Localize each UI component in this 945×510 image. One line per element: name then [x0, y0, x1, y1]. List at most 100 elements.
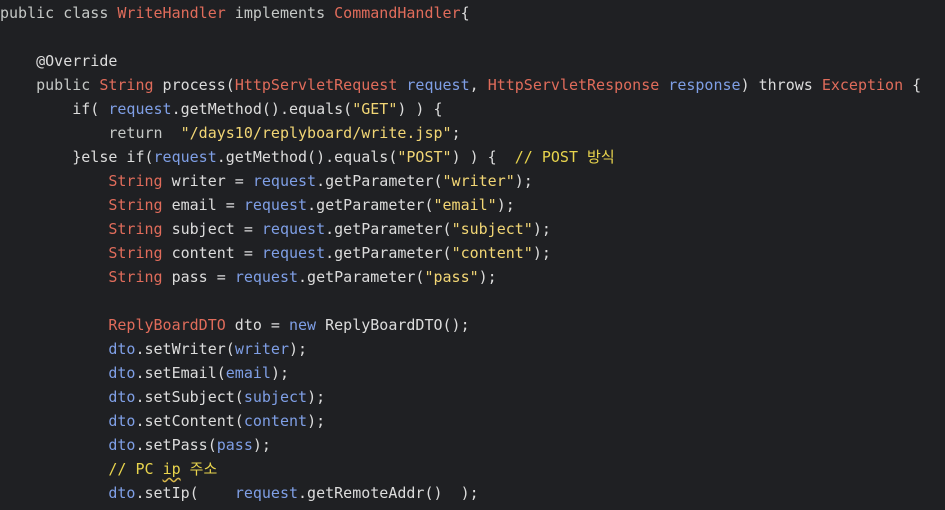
code-token: dto =	[225, 316, 289, 334]
code-token: HttpServletResponse	[487, 76, 660, 94]
code-token: String	[108, 196, 163, 214]
code-token: request	[234, 484, 299, 502]
code-line[interactable]: String pass = request.getParameter("pass…	[0, 265, 945, 289]
code-token: .getParameter(	[325, 220, 452, 238]
code-token: ) ) {	[451, 148, 515, 166]
code-token: String	[108, 220, 163, 238]
code-token: request	[153, 148, 217, 166]
code-line[interactable]: dto.setContent(content);	[0, 409, 945, 433]
code-line[interactable]: String writer = request.getParameter("wr…	[0, 169, 945, 193]
code-token: );	[307, 412, 326, 430]
code-token: request	[234, 268, 299, 286]
code-token: ReplyBoardDTO	[108, 316, 226, 334]
code-token: email	[225, 364, 271, 382]
code-token: response	[659, 76, 741, 94]
code-token: pass =	[162, 268, 235, 286]
code-token: writer	[234, 340, 289, 358]
code-token: "content"	[451, 244, 533, 262]
code-token: ReplyBoardDTO();	[316, 316, 470, 334]
code-line[interactable]: String content = request.getParameter("c…	[0, 241, 945, 265]
code-token: dto	[108, 388, 136, 406]
code-token: .getParameter(	[316, 172, 443, 190]
code-token: .getParameter(	[298, 268, 425, 286]
code-line[interactable]: dto.setSubject(subject);	[0, 385, 945, 409]
code-token: String	[108, 268, 163, 286]
code-token: request	[252, 172, 317, 190]
code-token: pass	[216, 436, 253, 454]
code-editor[interactable]: public class WriteHandler implements Com…	[0, 0, 945, 510]
code-token: dto	[108, 364, 136, 382]
code-line[interactable]: @Override	[0, 49, 945, 73]
code-token: );	[532, 220, 551, 238]
code-line[interactable]: dto.setWriter(writer);	[0, 337, 945, 361]
code-token: return	[0, 124, 181, 142]
code-token: content	[243, 412, 308, 430]
code-token: new	[289, 316, 317, 334]
code-line[interactable]	[0, 25, 945, 49]
code-line[interactable]	[0, 289, 945, 313]
code-token: );	[496, 196, 515, 214]
code-token: ;	[451, 124, 461, 142]
code-line[interactable]: String email = request.getParameter("ema…	[0, 193, 945, 217]
code-line[interactable]: public String process(HttpServletRequest…	[0, 73, 945, 97]
code-token: // PC	[108, 460, 163, 478]
code-token: {	[460, 4, 470, 22]
code-line[interactable]: dto.setPass(pass);	[0, 433, 945, 457]
code-token: request	[108, 100, 172, 118]
code-token: implements	[225, 4, 335, 22]
code-line[interactable]: return "/days10/replyboard/write.jsp";	[0, 121, 945, 145]
code-token: dto	[108, 436, 136, 454]
code-token: "GET"	[352, 100, 398, 118]
code-token: "/days10/replyboard/write.jsp"	[180, 124, 452, 142]
code-token: request	[397, 76, 470, 94]
code-token: "writer"	[442, 172, 515, 190]
code-token: WriteHandler	[117, 4, 226, 22]
code-token: CommandHandler	[334, 4, 461, 22]
code-token: "subject"	[451, 220, 533, 238]
code-token: process(	[153, 76, 235, 94]
code-token: "POST"	[397, 148, 452, 166]
code-line[interactable]: // PC ip 주소	[0, 457, 945, 481]
code-token: {	[903, 76, 922, 94]
code-token: request	[261, 244, 326, 262]
code-token: public class	[0, 4, 118, 22]
code-token: .setSubject(	[135, 388, 244, 406]
code-token: .getParameter(	[325, 244, 452, 262]
code-token: .setEmail(	[135, 364, 226, 382]
code-line[interactable]: if( request.getMethod().equals("GET") ) …	[0, 97, 945, 121]
code-line[interactable]: }else if(request.getMethod().equals("POS…	[0, 145, 945, 169]
code-line[interactable]: ReplyBoardDTO dto = new ReplyBoardDTO();	[0, 313, 945, 337]
code-token: );	[532, 244, 551, 262]
code-token: String	[108, 172, 163, 190]
code-token: );	[478, 268, 497, 286]
code-token: );	[252, 436, 271, 454]
code-token: // POST 방식	[514, 148, 615, 166]
code-token: );	[307, 388, 326, 406]
code-token: .getMethod().equals(	[216, 148, 398, 166]
code-token: ) throws	[740, 76, 822, 94]
code-token: dto	[108, 340, 136, 358]
code-token: }else if(	[0, 148, 154, 166]
code-token: );	[270, 364, 289, 382]
code-line[interactable]: dto.setEmail(email);	[0, 361, 945, 385]
code-token: );	[289, 340, 308, 358]
code-line[interactable]: public class WriteHandler implements Com…	[0, 1, 945, 25]
code-token: .setPass(	[135, 436, 217, 454]
code-token: dto	[108, 484, 136, 502]
code-line[interactable]: dto.setIp( request.getRemoteAddr() );	[0, 481, 945, 505]
code-token: subject =	[162, 220, 262, 238]
code-token: );	[514, 172, 533, 190]
code-token: ) ) {	[397, 100, 443, 118]
code-line[interactable]: String subject = request.getParameter("s…	[0, 217, 945, 241]
